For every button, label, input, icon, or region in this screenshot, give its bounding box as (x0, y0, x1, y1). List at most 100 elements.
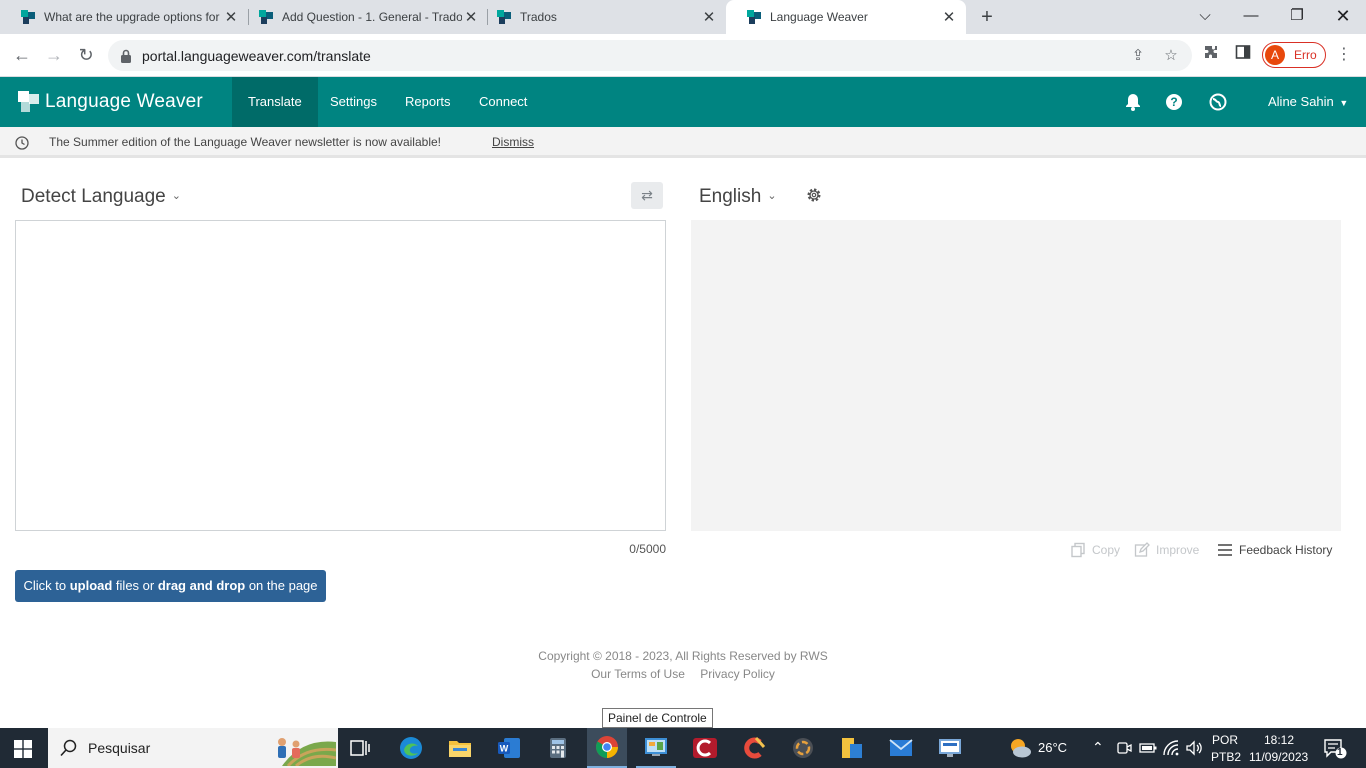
brand-logo[interactable]: Language Weaver (17, 90, 203, 114)
reload-icon[interactable]: ↻ (75, 44, 97, 66)
list-lines-icon (1218, 544, 1232, 556)
source-text-input[interactable] (15, 220, 666, 531)
browser-toolbar: ← → ↻ portal.languageweaver.com/translat… (0, 34, 1366, 77)
weather-partly-cloudy-icon[interactable] (1008, 737, 1032, 759)
app-navbar: Language Weaver Translate Settings Repor… (0, 77, 1366, 182)
language-weaver-favicon-icon (747, 10, 761, 24)
chevron-down-icon (1235, 178, 1243, 182)
dismiss-link[interactable]: Dismiss (492, 135, 534, 149)
notice-message: The Summer edition of the Language Weave… (49, 135, 441, 149)
notifications-bell-icon[interactable] (1122, 91, 1144, 113)
word-icon[interactable]: W (489, 728, 529, 768)
edge-browser-icon[interactable] (391, 728, 431, 768)
tab-title: What are the upgrade options for (44, 10, 220, 24)
volume-icon[interactable] (1185, 740, 1203, 756)
swap-arrows-icon: ⇄ (641, 187, 653, 203)
clock-time[interactable]: 18:12 (1264, 733, 1294, 747)
tab-close-icon[interactable]: ✕ (700, 8, 718, 26)
address-bar[interactable]: portal.languageweaver.com/translate (108, 40, 1192, 71)
meet-now-icon[interactable] (1116, 740, 1132, 756)
upload-text-upload: upload (69, 578, 113, 593)
side-panel-icon[interactable] (1233, 44, 1253, 66)
calculator-icon[interactable] (538, 728, 578, 768)
copy-button[interactable]: Copy (1070, 542, 1120, 558)
search-placeholder: Pesquisar (88, 740, 151, 756)
nav-settings[interactable]: Settings (314, 77, 393, 127)
notification-center-icon[interactable] (1324, 739, 1348, 759)
restore-icon[interactable]: ❐ (1274, 0, 1320, 34)
gear-icon[interactable] (806, 187, 822, 203)
copyright-text: Copyright © 2018 - 2023, All Rights Rese… (538, 649, 828, 663)
remote-desktop-icon[interactable] (930, 728, 970, 768)
swap-languages-button[interactable]: ⇄ (631, 182, 663, 209)
nav-connect[interactable]: Connect (463, 77, 543, 127)
nav-reports[interactable]: Reports (389, 77, 467, 127)
file-folder-icon[interactable] (832, 728, 872, 768)
window-close-icon[interactable]: ✕ (1320, 0, 1366, 34)
browser-tab-strip: What are the upgrade options for ✕ Add Q… (0, 0, 1366, 34)
upload-text-prefix: Click to (23, 578, 70, 593)
target-language-select[interactable]: English ⌄ (699, 186, 777, 208)
tab-close-icon[interactable]: ✕ (940, 8, 958, 26)
source-language-label: Detect Language (21, 186, 166, 207)
task-view-icon[interactable] (340, 728, 380, 768)
nav-translate[interactable]: Translate (232, 77, 318, 127)
upload-files-button[interactable]: Click to upload files or drag and drop o… (15, 570, 326, 602)
chrome-icon[interactable] (587, 728, 627, 768)
taskbar-search[interactable]: Pesquisar (48, 728, 338, 768)
browser-tab-trados[interactable]: Trados ✕ (476, 0, 726, 34)
minimize-icon[interactable]: — (1228, 0, 1274, 34)
battery-icon[interactable] (1139, 741, 1157, 755)
dark-app-icon[interactable] (783, 728, 823, 768)
keyboard-layout[interactable]: PTB2 (1211, 750, 1241, 764)
copy-icon (1071, 542, 1085, 558)
svg-text:?: ? (1170, 95, 1177, 109)
chevron-down-icon: ⌄ (767, 190, 777, 202)
lock-icon (121, 49, 131, 63)
clock-date[interactable]: 11/09/2023 (1249, 750, 1308, 764)
help-question-icon[interactable]: ? (1163, 91, 1185, 113)
back-arrow-icon[interactable]: ← (11, 44, 33, 66)
share-icon[interactable]: ⇪ (1129, 47, 1147, 65)
browser-tab-upgrade-options[interactable]: What are the upgrade options for ✕ (0, 0, 248, 34)
file-explorer-icon[interactable] (440, 728, 480, 768)
user-menu[interactable]: Aline Sahin ▼ (1268, 77, 1348, 127)
character-counter: 0/5000 (629, 542, 666, 556)
input-language[interactable]: POR (1212, 733, 1238, 747)
tab-search-chevron-icon[interactable]: ⌵ (1182, 0, 1228, 34)
newsletter-notice: The Summer edition of the Language Weave… (0, 127, 1366, 158)
control-panel-icon[interactable] (636, 728, 676, 768)
source-language-select[interactable]: Detect Language ⌄ (21, 186, 181, 208)
privacy-policy-link[interactable]: Privacy Policy (700, 667, 775, 681)
upload-text-suffix: on the page (245, 578, 318, 593)
wifi-icon[interactable] (1162, 739, 1180, 757)
notification-count-badge: 1 (1337, 747, 1343, 758)
edit-pencil-icon (1134, 542, 1150, 557)
improve-button[interactable]: Improve (1134, 542, 1199, 558)
upload-text-middle: files or (112, 578, 158, 593)
browser-tab-language-weaver[interactable]: Language Weaver ✕ (726, 0, 966, 34)
new-tab-button[interactable]: + (977, 5, 997, 29)
tab-title: Add Question - 1. General - Trados (282, 10, 462, 24)
user-name: Aline Sahin (1268, 94, 1334, 109)
taskbar-tooltip: Painel de Controle (602, 708, 713, 728)
footer-links: Our Terms of Use Privacy Policy (0, 667, 1366, 681)
ccleaner-icon[interactable] (734, 728, 774, 768)
copy-label: Copy (1092, 543, 1121, 557)
mail-icon[interactable] (881, 728, 921, 768)
extensions-puzzle-icon[interactable] (1201, 44, 1221, 66)
windows-start-icon[interactable] (14, 740, 32, 758)
terms-of-use-link[interactable]: Our Terms of Use (591, 667, 685, 681)
globe-language-icon[interactable] (1207, 91, 1229, 113)
forward-arrow-icon[interactable]: → (43, 44, 65, 66)
profile-error-button[interactable]: A Erro (1262, 42, 1326, 68)
search-icon (60, 739, 77, 757)
avatar: A (1265, 45, 1285, 65)
bookmark-star-icon[interactable]: ☆ (1162, 47, 1180, 65)
more-vertical-icon[interactable]: ⋮ (1336, 44, 1352, 66)
chevron-up-icon[interactable]: ⌃ (1092, 739, 1104, 756)
improve-label: Improve (1156, 543, 1200, 557)
trados-studio-icon[interactable] (685, 728, 725, 768)
feedback-history-button[interactable]: Feedback History (1217, 542, 1332, 558)
browser-tab-add-question[interactable]: Add Question - 1. General - Trados ✕ (238, 0, 488, 34)
